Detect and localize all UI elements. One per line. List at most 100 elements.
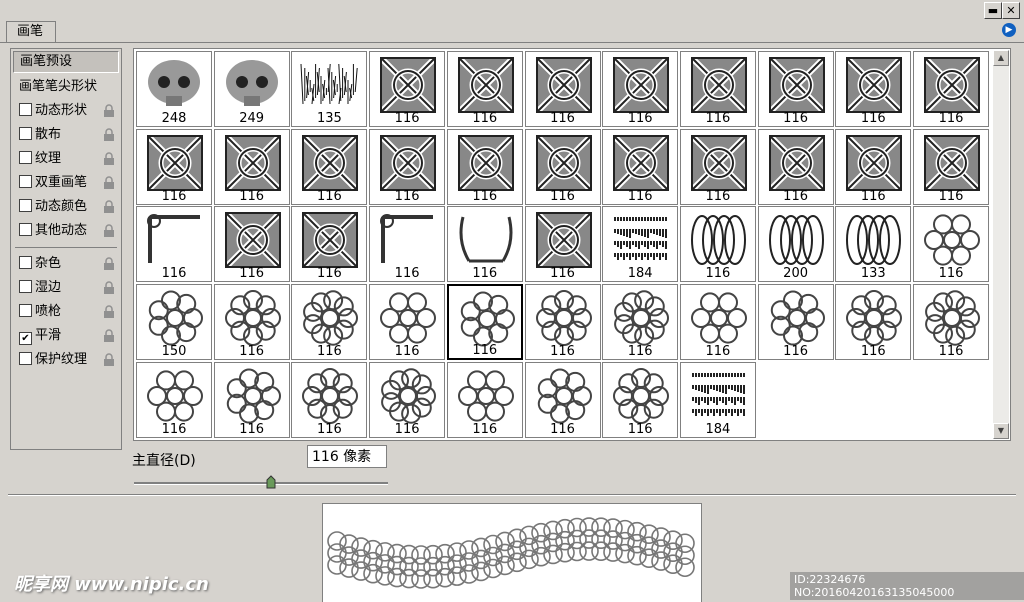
brush-preset-cell[interactable]: 116 bbox=[213, 206, 290, 283]
option-checkbox[interactable] bbox=[19, 256, 32, 269]
brush-preset-cell[interactable]: 116 bbox=[291, 284, 368, 361]
brush-preset-cell[interactable]: 116 bbox=[913, 128, 989, 205]
lock-icon[interactable] bbox=[103, 224, 115, 237]
lock-icon[interactable] bbox=[103, 281, 115, 294]
brush-preset-cell[interactable]: 116 bbox=[524, 128, 601, 205]
option-checkbox[interactable] bbox=[19, 304, 32, 317]
brush-preset-cell[interactable]: 116 bbox=[524, 361, 601, 438]
brush-preset-cell[interactable]: 116 bbox=[679, 51, 756, 127]
option-options2-3[interactable]: ✔ 平滑 bbox=[11, 324, 121, 348]
option-options-3[interactable]: 双重画笔 bbox=[11, 171, 121, 195]
lock-icon[interactable] bbox=[103, 176, 115, 189]
brush-preset-cell[interactable]: 116 bbox=[446, 206, 523, 283]
brush-preset-cell[interactable]: 116 bbox=[136, 361, 212, 438]
brush-preset-cell[interactable]: 116 bbox=[602, 51, 679, 127]
brush-preset-cell[interactable]: 116 bbox=[757, 284, 834, 361]
option-checkbox[interactable] bbox=[19, 151, 32, 164]
brush-preset-cell[interactable]: 133 bbox=[835, 206, 912, 283]
brush-stroke-preview bbox=[322, 503, 702, 602]
scroll-up-arrow-icon[interactable]: ▲ bbox=[993, 50, 1009, 66]
scroll-down-arrow-icon[interactable]: ▼ bbox=[993, 423, 1009, 439]
brush-preset-cell[interactable]: 116 bbox=[757, 128, 834, 205]
lock-icon[interactable] bbox=[103, 200, 115, 213]
brush-preset-cell[interactable]: 116 bbox=[679, 284, 756, 361]
option-options2-0[interactable]: 杂色 bbox=[11, 252, 121, 276]
option-checkbox[interactable] bbox=[19, 223, 32, 236]
brush-preset-cell[interactable]: 184 bbox=[679, 361, 756, 438]
brush-preset-cell[interactable]: 116 bbox=[446, 128, 523, 205]
brush-preset-cell[interactable]: 116 bbox=[913, 206, 989, 283]
lock-icon[interactable] bbox=[103, 257, 115, 270]
option-options-4[interactable]: 动态颜色 bbox=[11, 195, 121, 219]
brush-preset-cell[interactable]: 116 bbox=[602, 284, 679, 361]
diameter-slider-track[interactable] bbox=[134, 482, 388, 485]
brush-preset-cell[interactable]: 116 bbox=[913, 51, 989, 127]
flyout-arrow-icon[interactable]: ▶ bbox=[1002, 23, 1016, 37]
brush-preset-cell[interactable]: 116 bbox=[602, 361, 679, 438]
brush-preset-cell[interactable]: 116 bbox=[679, 206, 756, 283]
brush-preset-cell[interactable]: 116 bbox=[835, 51, 912, 127]
brush-preset-cell[interactable]: 116 bbox=[213, 284, 290, 361]
brush-preset-cell[interactable]: 116 bbox=[835, 128, 912, 205]
brush-tip-shape-item[interactable]: 画笔笔尖形状 bbox=[11, 75, 121, 99]
close-button[interactable]: ✕ bbox=[1002, 2, 1020, 19]
grid-scrollbar[interactable]: ▲ ▼ bbox=[993, 50, 1009, 439]
option-options2-2[interactable]: 喷枪 bbox=[11, 300, 121, 324]
brush-preset-cell[interactable]: 116 bbox=[369, 361, 446, 438]
option-options-5[interactable]: 其他动态 bbox=[11, 219, 121, 243]
brush-preset-cell[interactable]: 248 bbox=[136, 51, 212, 127]
brush-presets-item[interactable]: 画笔预设 bbox=[13, 51, 119, 73]
brush-preset-cell[interactable]: 116 bbox=[602, 128, 679, 205]
brush-preset-cell[interactable]: 116 bbox=[835, 284, 912, 361]
brush-preset-cell[interactable]: 116 bbox=[369, 206, 446, 283]
brush-preset-cell[interactable]: 135 bbox=[291, 51, 368, 127]
brush-preset-cell[interactable]: 116 bbox=[369, 51, 446, 127]
brush-preset-cell[interactable]: 116 bbox=[369, 128, 446, 205]
option-checkbox[interactable]: ✔ bbox=[19, 332, 32, 345]
option-checkbox[interactable] bbox=[19, 103, 32, 116]
brush-preset-cell[interactable]: 116 bbox=[757, 51, 834, 127]
brush-size-label: 116 bbox=[472, 421, 498, 437]
option-options2-1[interactable]: 湿边 bbox=[11, 276, 121, 300]
brush-preset-cell[interactable]: 116 bbox=[913, 284, 989, 361]
option-options-2[interactable]: 纹理 bbox=[11, 147, 121, 171]
option-options-0[interactable]: 动态形状 bbox=[11, 99, 121, 123]
brush-preset-cell[interactable]: 200 bbox=[757, 206, 834, 283]
brush-preset-cell[interactable]: 116 bbox=[446, 284, 523, 361]
brush-preset-cell[interactable]: 116 bbox=[136, 128, 212, 205]
brush-preset-cell[interactable]: 184 bbox=[602, 206, 679, 283]
brush-preset-cell[interactable]: 116 bbox=[136, 206, 212, 283]
brush-size-label: 116 bbox=[783, 111, 808, 126]
brush-preset-cell[interactable]: 116 bbox=[291, 361, 368, 438]
lock-icon[interactable] bbox=[103, 128, 115, 141]
tab-brushes[interactable]: 画笔 bbox=[6, 21, 57, 42]
brush-preset-cell[interactable]: 116 bbox=[291, 206, 368, 283]
brush-preset-cell[interactable]: 116 bbox=[213, 361, 290, 438]
minimize-button[interactable]: ▬ bbox=[984, 2, 1002, 19]
option-options2-4[interactable]: 保护纹理 bbox=[11, 348, 121, 372]
option-checkbox[interactable] bbox=[19, 127, 32, 140]
lock-icon[interactable] bbox=[103, 353, 115, 366]
option-options-1[interactable]: 散布 bbox=[11, 123, 121, 147]
lock-icon[interactable] bbox=[103, 329, 115, 342]
lock-icon[interactable] bbox=[103, 152, 115, 165]
brush-preset-cell[interactable]: 116 bbox=[679, 128, 756, 205]
lock-icon[interactable] bbox=[103, 104, 115, 117]
brush-preset-cell[interactable]: 150 bbox=[136, 284, 212, 361]
brush-preset-cell[interactable]: 116 bbox=[524, 206, 601, 283]
master-diameter-input[interactable]: 116 像素 bbox=[307, 445, 387, 468]
option-checkbox[interactable] bbox=[19, 199, 32, 212]
brush-preset-cell[interactable]: 249 bbox=[213, 51, 290, 127]
option-checkbox[interactable] bbox=[19, 175, 32, 188]
option-checkbox[interactable] bbox=[19, 352, 32, 365]
brush-preset-cell[interactable]: 116 bbox=[369, 284, 446, 361]
diameter-slider-thumb[interactable] bbox=[266, 475, 276, 489]
brush-preset-cell[interactable]: 116 bbox=[291, 128, 368, 205]
brush-preset-cell[interactable]: 116 bbox=[446, 361, 523, 438]
brush-preset-cell[interactable]: 116 bbox=[446, 51, 523, 127]
brush-preset-cell[interactable]: 116 bbox=[213, 128, 290, 205]
brush-preset-cell[interactable]: 116 bbox=[524, 284, 601, 361]
lock-icon[interactable] bbox=[103, 305, 115, 318]
brush-preset-cell[interactable]: 116 bbox=[524, 51, 601, 127]
option-checkbox[interactable] bbox=[19, 280, 32, 293]
